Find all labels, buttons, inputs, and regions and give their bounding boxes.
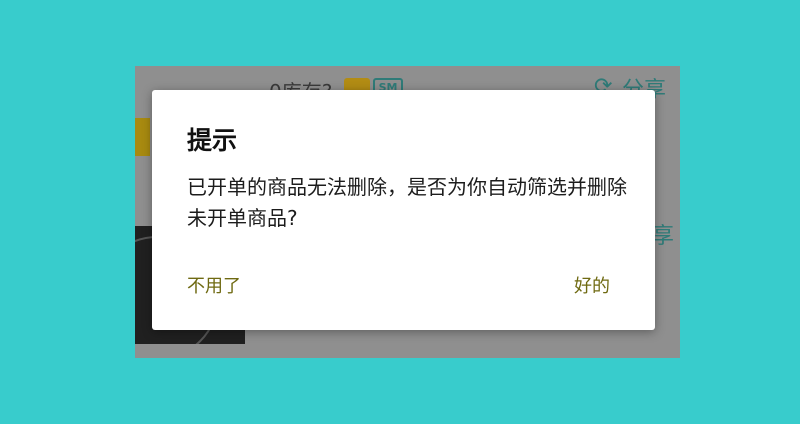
yellow-tag [135, 118, 150, 156]
confirm-dialog: 提示 已开单的商品无法删除，是否为你自动筛选并删除未开单商品? 不用了 好的 [152, 90, 655, 330]
dialog-message: 已开单的商品无法删除，是否为你自动筛选并删除未开单商品? [187, 175, 627, 230]
share-label-partial: 享 [652, 224, 675, 249]
cancel-button[interactable]: 不用了 [187, 272, 241, 298]
dialog-title: 提示 [187, 126, 238, 155]
confirm-button[interactable]: 好的 [574, 272, 610, 298]
